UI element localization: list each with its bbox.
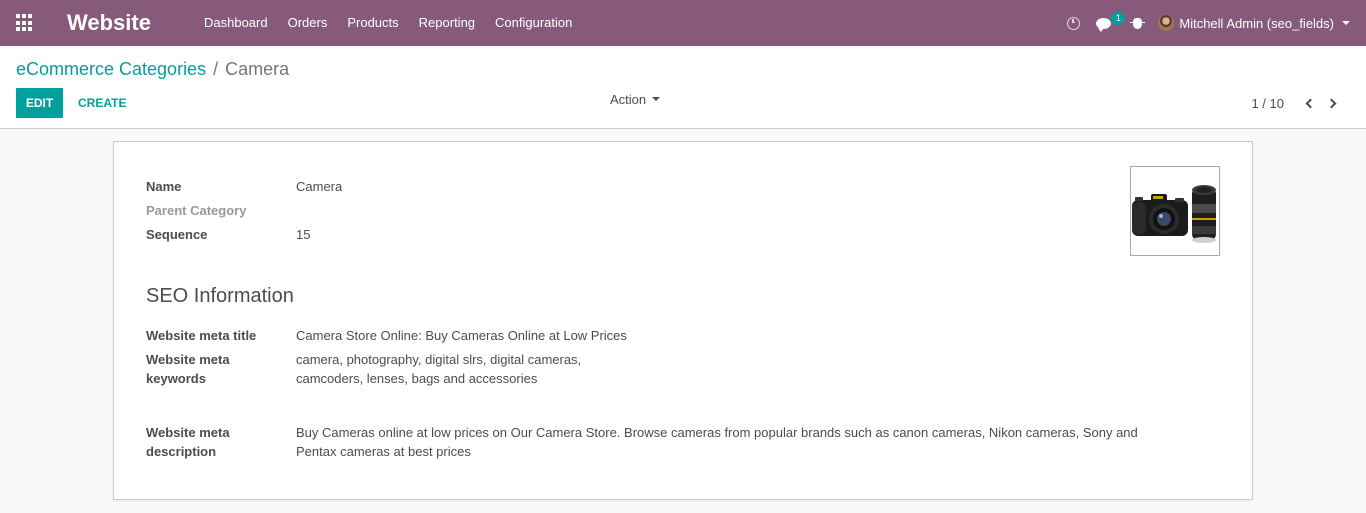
field-label: Website meta description — [146, 423, 296, 461]
chat-icon — [1096, 17, 1112, 32]
bug-icon — [1130, 17, 1146, 29]
field-row-sequence: Sequence 15 — [146, 225, 310, 244]
pager: 1 / 10 — [1251, 92, 1342, 114]
top-navbar: Website Dashboard Orders Products Report… — [0, 0, 1366, 46]
apps-menu-icon[interactable] — [16, 14, 34, 32]
menu-item-dashboard[interactable]: Dashboard — [194, 0, 278, 46]
control-panel: eCommerce Categories / Camera EDIT CREAT… — [0, 46, 1366, 129]
field-label: Website meta keywords — [146, 350, 296, 388]
chevron-left-icon — [1305, 98, 1316, 108]
systray: 1 Mitchell Admin (seo_fields) — [1059, 0, 1366, 46]
field-label-line: description — [146, 444, 217, 459]
breadcrumb-parent-link[interactable]: eCommerce Categories — [16, 59, 206, 80]
field-row-parent-category: Parent Category — [146, 201, 296, 220]
activity-button[interactable] — [1059, 0, 1088, 46]
chevron-down-icon — [652, 97, 661, 101]
field-label: Website meta title — [146, 328, 257, 343]
menu-item-reporting[interactable]: Reporting — [409, 0, 485, 46]
field-row-meta-keywords: Website meta keywords camera, photograph… — [146, 350, 581, 388]
messaging-button[interactable]: 1 — [1088, 0, 1126, 46]
pager-previous-button[interactable] — [1300, 94, 1318, 112]
menu-item-orders[interactable]: Orders — [278, 0, 338, 46]
field-label: Name — [146, 179, 182, 194]
main-menu: Dashboard Orders Products Reporting Conf… — [194, 0, 582, 46]
field-row-meta-description: Website meta description Buy Cameras onl… — [146, 423, 1138, 461]
field-label: Parent Category — [146, 203, 247, 218]
field-value-line: camcoders, lenses, bags and accessories — [296, 371, 538, 386]
field-row-name: Name Camera — [146, 177, 342, 196]
menu-item-configuration[interactable]: Configuration — [485, 0, 582, 46]
breadcrumb: eCommerce Categories / Camera — [16, 59, 289, 80]
field-value-name: Camera — [296, 179, 343, 194]
breadcrumb-current: Camera — [225, 59, 290, 79]
menu-item-products[interactable]: Products — [337, 0, 408, 46]
seo-section-title: SEO Information — [146, 285, 294, 307]
app-brand[interactable]: Website — [67, 10, 151, 36]
field-value-line: camera, photography, digital slrs, digit… — [296, 352, 582, 367]
field-label-line: Website meta — [146, 425, 230, 440]
field-value-sequence: 15 — [296, 227, 311, 242]
field-value-meta-description: Buy Cameras online at low prices on Our … — [296, 423, 1138, 461]
field-label: Sequence — [146, 227, 208, 242]
pager-value[interactable]: 1 / 10 — [1251, 96, 1284, 111]
action-dropdown-label: Action — [610, 91, 647, 107]
edit-button[interactable]: EDIT — [16, 88, 63, 118]
chevron-right-icon — [1326, 98, 1337, 108]
create-button[interactable]: CREATE — [68, 88, 136, 118]
pager-next-button[interactable] — [1324, 94, 1342, 112]
field-value-meta-title: Camera Store Online: Buy Cameras Online … — [296, 328, 627, 343]
clock-icon — [1067, 16, 1081, 30]
field-value-line: Buy Cameras online at low prices on Our … — [296, 425, 1138, 440]
debug-button[interactable] — [1125, 0, 1150, 46]
avatar — [1158, 15, 1175, 31]
breadcrumb-separator: / — [213, 59, 219, 79]
user-menu[interactable]: Mitchell Admin (seo_fields) — [1150, 15, 1366, 31]
field-label-line: Website meta — [146, 352, 230, 367]
form-sheet: Name Camera Parent Category Sequence 15 — [113, 141, 1253, 500]
field-row-meta-title: Website meta title Camera Store Online: … — [146, 326, 627, 345]
camera-product-image — [1132, 185, 1216, 243]
field-value-meta-keywords: camera, photography, digital slrs, digit… — [296, 350, 581, 388]
action-dropdown[interactable]: Action — [610, 90, 661, 108]
field-value-line: Pentax cameras at best prices — [296, 444, 471, 459]
user-name: Mitchell Admin (seo_fields) — [1179, 15, 1334, 31]
category-image[interactable] — [1130, 166, 1220, 256]
chat-count-badge: 1 — [1111, 12, 1126, 25]
field-label-line: keywords — [146, 371, 206, 386]
chevron-down-icon — [1342, 21, 1350, 25]
